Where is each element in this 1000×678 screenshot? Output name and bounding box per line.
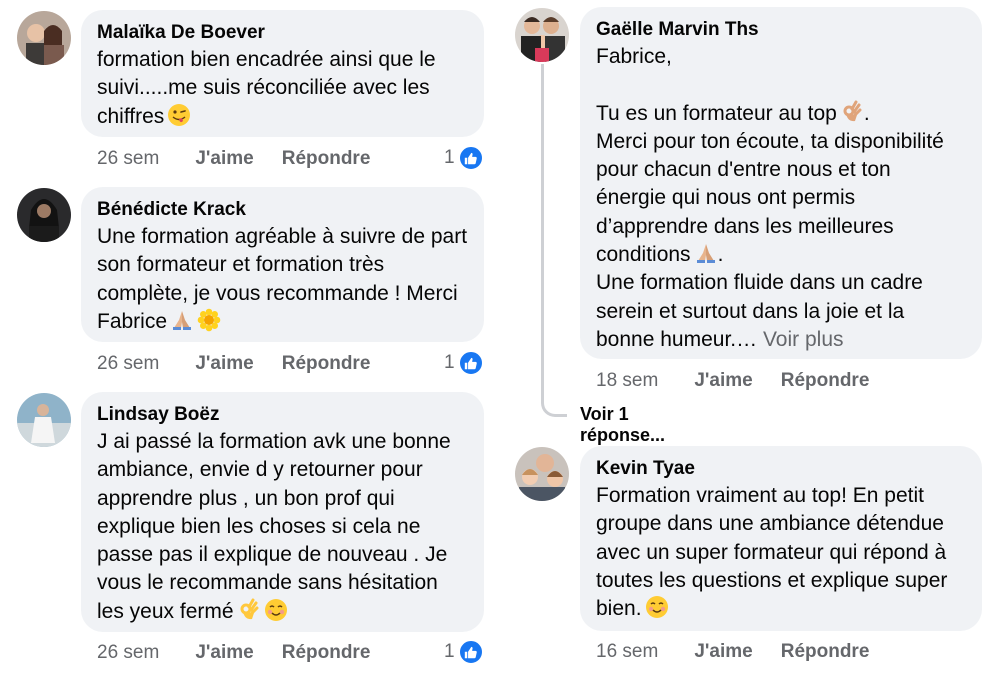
comment-time[interactable]: 26 sem [97, 642, 159, 663]
wink-tongue-emoji [167, 103, 191, 127]
avatar[interactable] [515, 447, 569, 501]
reply-button[interactable]: Répondre [282, 642, 371, 663]
sunflower-emoji [197, 308, 221, 332]
reply-button[interactable]: Répondre [781, 370, 870, 391]
like-button[interactable]: J'aime [195, 353, 253, 374]
ok-hand-emoji [840, 100, 864, 124]
smiling-blush-emoji [645, 595, 669, 619]
avatar[interactable] [17, 11, 71, 65]
comment-time[interactable]: 18 sem [596, 370, 658, 391]
text-line: Tu es un formateur au top [596, 101, 837, 125]
like-button[interactable]: J'aime [694, 641, 752, 662]
like-button[interactable]: J'aime [694, 370, 752, 391]
comment-actions: 26 sem J'aime Répondre [97, 352, 370, 376]
praying-hands-emoji [694, 241, 718, 265]
comment-bubble: Gaëlle Marvin Ths Fabrice, Tu es un forma… [580, 7, 982, 359]
text-line: Merci pour ton écoute, ta disponibilité … [596, 129, 950, 267]
praying-hands-emoji [170, 308, 194, 332]
like-thumb-icon [457, 350, 484, 376]
reply-button[interactable]: Répondre [282, 148, 371, 169]
comment-author[interactable]: Malaïka De Boever [97, 20, 468, 46]
ok-hand-emoji [237, 598, 261, 622]
comment-bubble: Kevin Tyae Formation vraiment au top! En… [580, 446, 982, 631]
reaction-number: 1 [444, 147, 455, 168]
comment-author[interactable]: Kevin Tyae [596, 456, 966, 482]
comment-actions: 26 sem J'aime Répondre [97, 147, 370, 171]
reply-button[interactable]: Répondre [781, 641, 870, 662]
avatar[interactable] [515, 8, 569, 62]
like-button[interactable]: J'aime [195, 642, 253, 663]
comment-time[interactable]: 26 sem [97, 353, 159, 374]
comment-time[interactable]: 26 sem [97, 148, 159, 169]
text-line: Fabrice, [596, 45, 672, 68]
reply-thread-line [541, 64, 567, 417]
comment-bubble: Lindsay Boëz J ai passé la formation avk… [81, 392, 484, 632]
comment-actions: 16 sem J'aime Répondre [596, 640, 869, 664]
avatar[interactable] [17, 188, 71, 242]
see-more-link[interactable]: Voir plus [763, 328, 844, 351]
comment-author[interactable]: Gaëlle Marvin Ths [596, 17, 966, 43]
comment-actions: 18 sem J'aime Répondre [596, 369, 869, 393]
view-replies-link[interactable]: Voir 1 réponse... [580, 404, 665, 446]
reaction-number: 1 [444, 352, 455, 373]
comment-time[interactable]: 16 sem [596, 641, 658, 662]
reaction-count[interactable]: 1 [444, 145, 484, 171]
reaction-count[interactable]: 1 [444, 350, 484, 376]
reaction-number: 1 [444, 641, 455, 662]
reply-button[interactable]: Répondre [282, 353, 371, 374]
comment-text: Une formation agréable à suivre de part … [97, 225, 473, 333]
like-thumb-icon [457, 639, 484, 665]
comment-text: Fabrice, Tu es un formateur au top. Merci … [596, 43, 966, 354]
comment-author[interactable]: Bénédicte Krack [97, 197, 468, 223]
avatar[interactable] [17, 393, 71, 447]
comment-actions: 26 sem J'aime Répondre [97, 641, 370, 665]
comment-bubble: Malaïka De Boever formation bien encadré… [81, 10, 484, 137]
like-button[interactable]: J'aime [195, 148, 253, 169]
reaction-count[interactable]: 1 [444, 639, 484, 665]
comment-author[interactable]: Lindsay Boëz [97, 402, 468, 428]
comment-bubble: Bénédicte Krack Une formation agréable à… [81, 187, 484, 342]
comment-text: formation bien encadrée ainsi que le sui… [97, 48, 442, 128]
smiling-blush-emoji [264, 598, 288, 622]
like-thumb-icon [457, 145, 484, 171]
comment-text: J ai passé la formation avk une bonne am… [97, 430, 457, 623]
comment-text: Formation vraiment au top! En petit grou… [596, 484, 954, 621]
